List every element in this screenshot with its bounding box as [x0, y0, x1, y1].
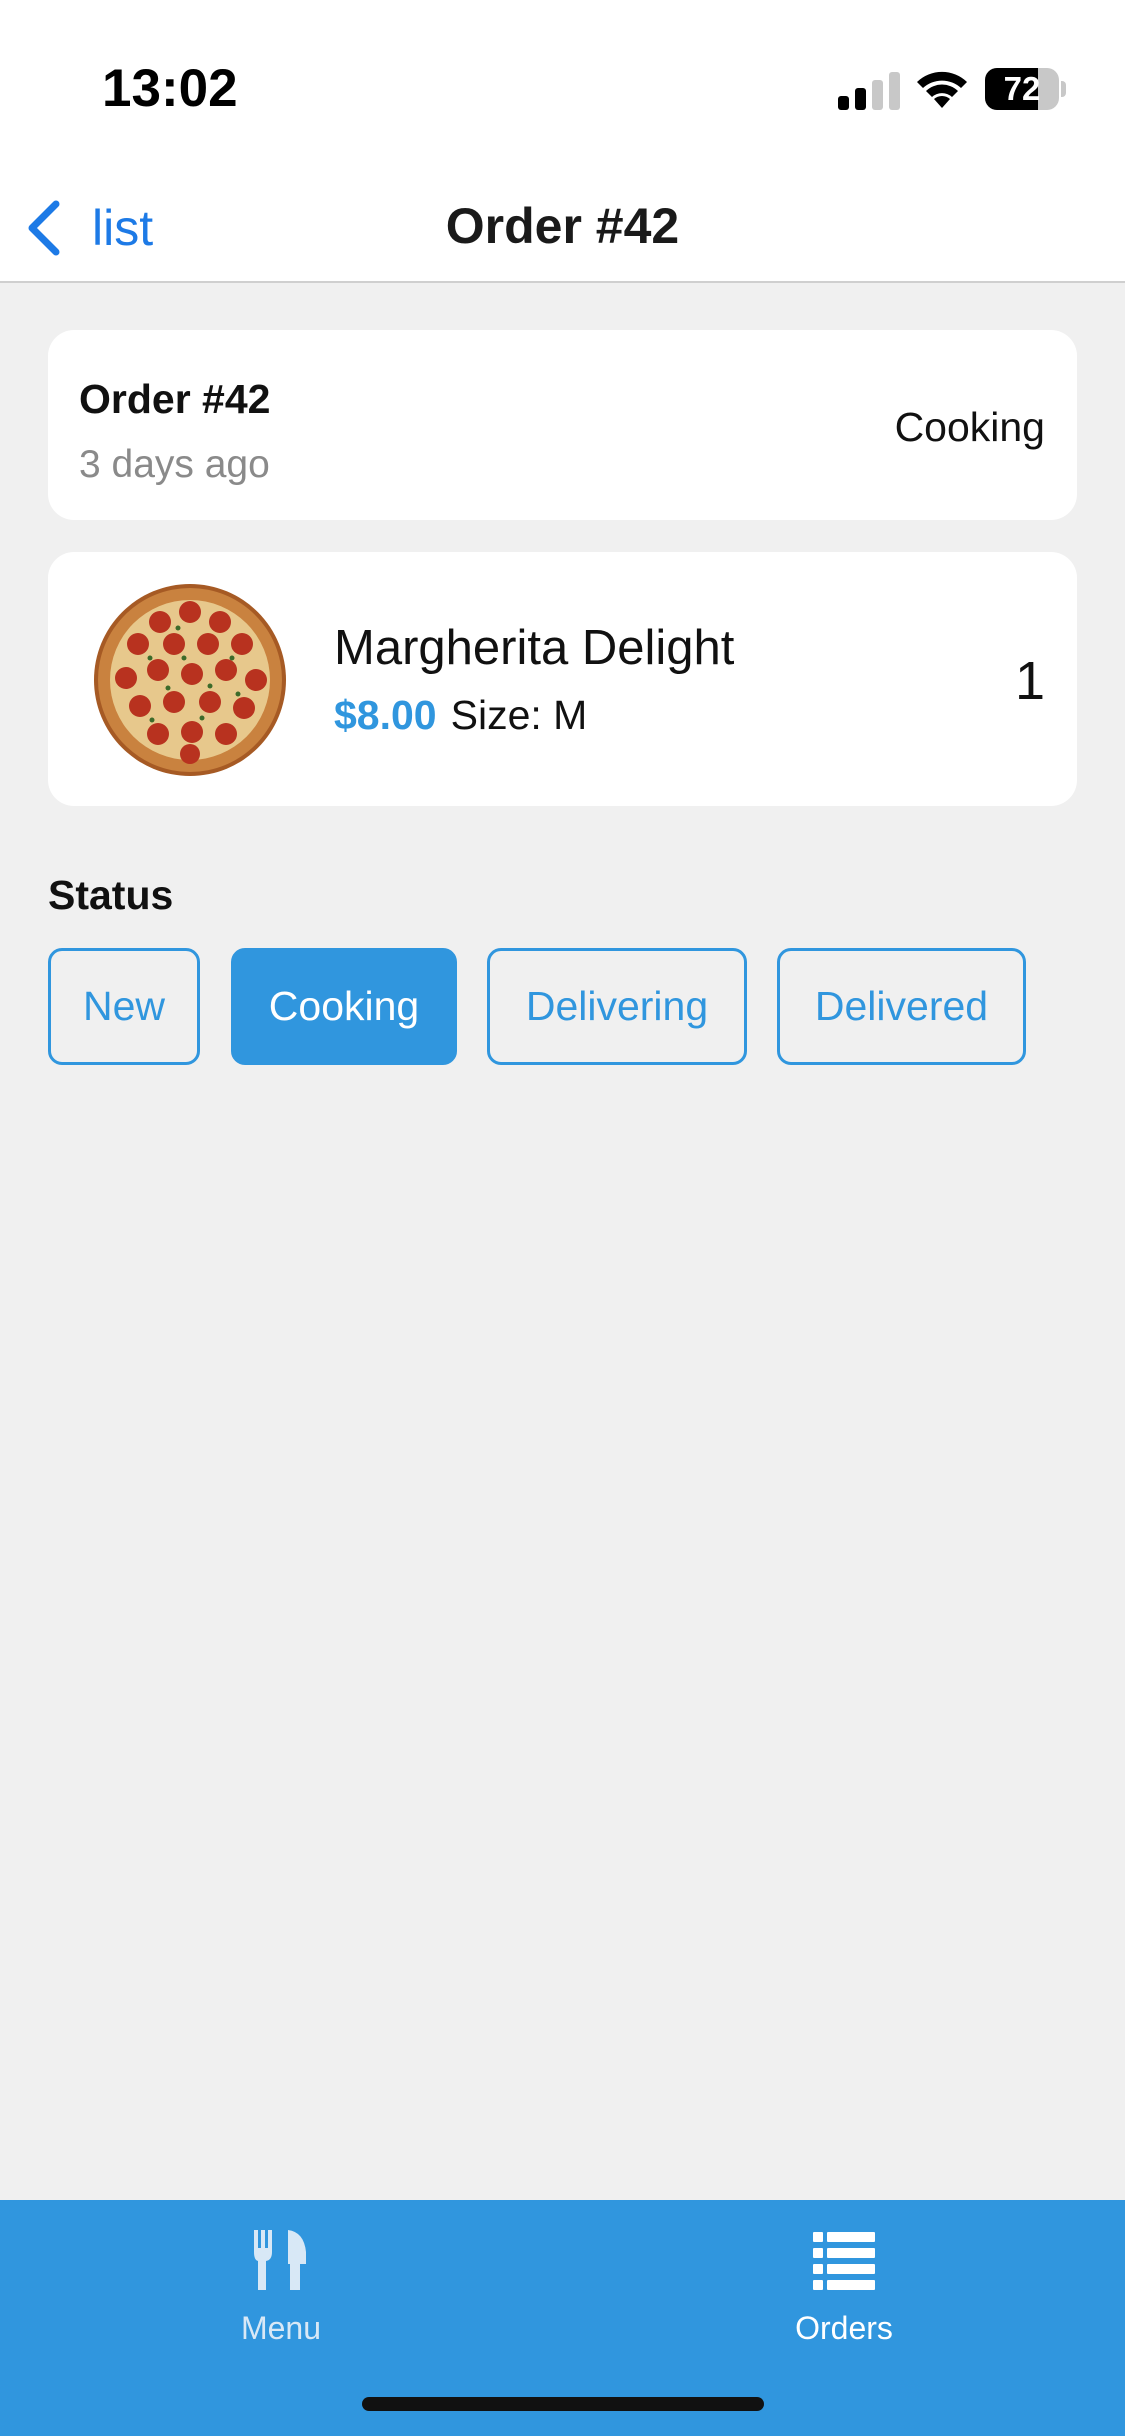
battery-percentage: 72	[1003, 70, 1041, 107]
battery-icon: 72	[985, 68, 1066, 110]
order-time-ago: 3 days ago	[79, 443, 270, 486]
home-indicator	[362, 2397, 764, 2411]
tab-menu[interactable]: Menu	[0, 2200, 562, 2350]
item-name: Margherita Delight	[334, 621, 735, 675]
cellular-signal-icon	[838, 72, 900, 110]
tab-menu-label: Menu	[240, 2310, 322, 2346]
item-price: $8.00	[334, 692, 437, 738]
chevron-left-icon	[28, 200, 60, 256]
item-quantity: 1	[1014, 651, 1045, 711]
battery-body: 72	[985, 68, 1059, 110]
pizza-image	[94, 584, 286, 776]
status-option-delivered[interactable]: Delivered	[777, 948, 1026, 1065]
navigation-bar: Order #42 list	[0, 170, 1125, 283]
status-option-new[interactable]: New	[48, 948, 200, 1065]
item-meta: $8.00 Size: M	[334, 692, 587, 739]
item-size: Size: M	[450, 692, 588, 738]
order-id: Order #42	[79, 376, 271, 422]
order-item-card[interactable]: Margherita Delight $8.00 Size: M 1	[48, 552, 1077, 806]
order-detail-screen: 13:02 72 Order #42 list Order #42 3 days…	[0, 0, 1125, 2436]
battery-nub	[1061, 81, 1066, 97]
fork-knife-icon	[254, 2230, 306, 2290]
back-label: list	[92, 200, 154, 256]
status-bar: 13:02 72	[0, 0, 1125, 170]
order-summary-card: Order #42 3 days ago Cooking	[48, 330, 1077, 520]
status-heading: Status	[48, 872, 174, 918]
status-option-cooking[interactable]: Cooking	[231, 948, 457, 1065]
tab-orders-label: Orders	[795, 2310, 893, 2346]
back-button[interactable]: list	[22, 188, 202, 268]
wifi-icon	[917, 71, 967, 108]
order-status-label: Cooking	[894, 404, 1045, 450]
status-option-delivering[interactable]: Delivering	[487, 948, 747, 1065]
list-icon	[813, 2232, 875, 2290]
status-time: 13:02	[102, 59, 238, 118]
tab-orders[interactable]: Orders	[563, 2200, 1125, 2350]
